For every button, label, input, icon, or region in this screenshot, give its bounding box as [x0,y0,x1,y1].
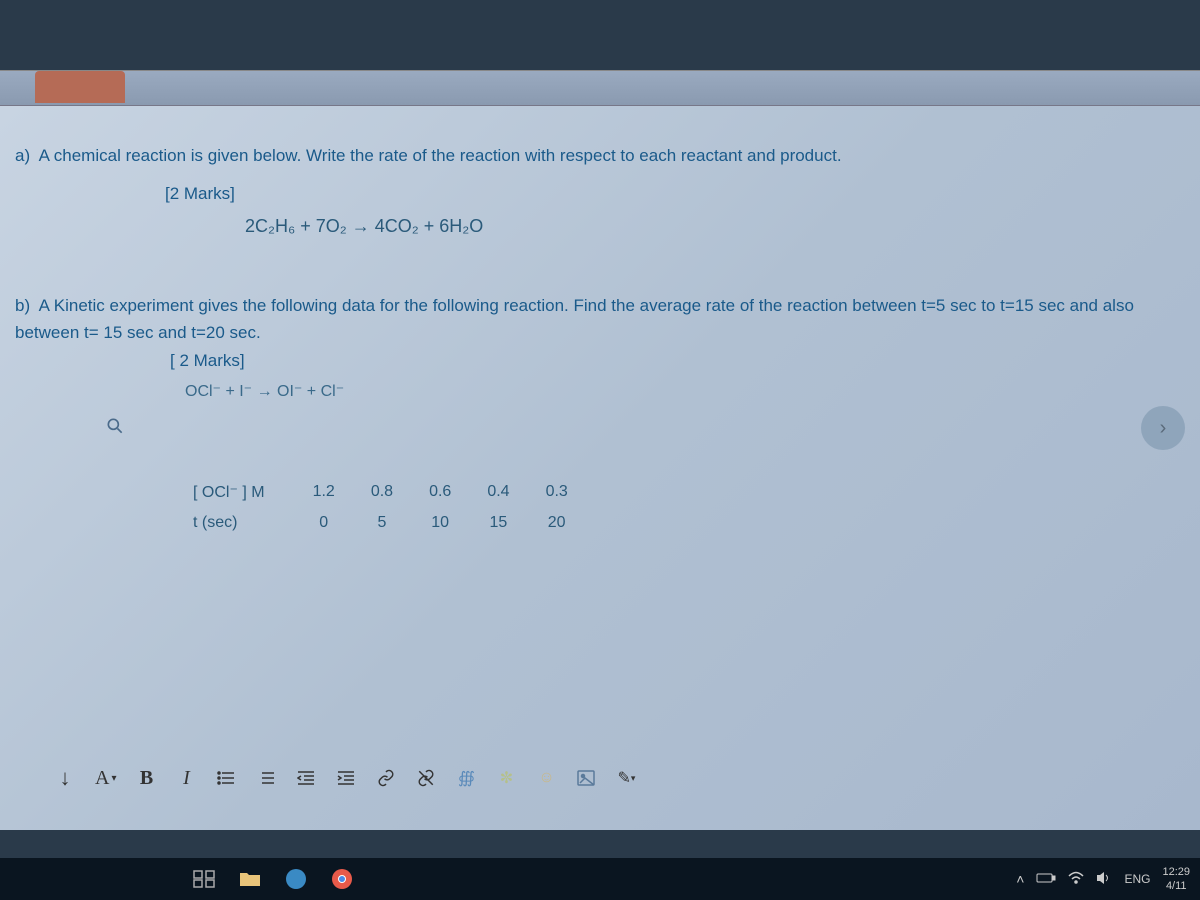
tray-chevron-icon[interactable]: ˄ [1016,871,1024,887]
task-view-icon[interactable] [190,865,218,893]
edge-icon[interactable] [282,865,310,893]
table-cell: 0 [295,508,353,538]
app-window: a) A chemical reaction is given below. W… [0,70,1200,830]
paragraph-button[interactable]: ↓ [55,766,75,790]
numbered-list-button[interactable] [256,766,276,790]
star-button[interactable]: ✼ [496,766,516,790]
document-content: a) A chemical reaction is given below. W… [0,106,1200,830]
indent-button[interactable] [336,766,356,790]
kinetic-data-table: [ OCl⁻ ] M 1.2 0.8 0.6 0.4 0.3 t (sec) 0… [175,476,586,538]
row-label: t (sec) [175,508,295,538]
table-cell: 10 [411,508,469,538]
chevron-down-icon: ▾ [111,773,116,784]
question-a: a) A chemical reaction is given below. W… [15,146,1185,166]
table-row: [ OCl⁻ ] M 1.2 0.8 0.6 0.4 0.3 [175,476,586,508]
question-b-text: A Kinetic experiment gives the following… [15,296,1134,342]
date-text: 4/11 [1166,879,1187,893]
language-indicator[interactable]: ENG [1124,872,1150,886]
volume-icon[interactable] [1096,871,1112,888]
question-a-marks: [2 Marks] [165,184,1185,204]
table-cell: 0.6 [411,476,469,508]
table-cell: 0.8 [353,476,411,508]
table-cell: 0.3 [528,476,586,508]
table-cell: 20 [528,508,586,538]
question-a-text: A chemical reaction is given below. Writ… [39,146,842,165]
tab-bar [0,71,1200,106]
question-b-prefix: b) [15,296,30,315]
table-cell: 5 [353,508,411,538]
row-label: [ OCl⁻ ] M [175,476,295,508]
clock[interactable]: 12:29 4/11 [1162,865,1190,894]
bullet-list-button[interactable] [216,766,236,790]
chevron-right-icon: › [1160,417,1167,440]
next-page-button[interactable]: › [1141,406,1185,450]
link-button[interactable] [376,766,396,790]
magnify-icon[interactable] [105,416,125,441]
taskbar-apps [190,865,356,893]
windows-taskbar: ˄ ENG 12:29 4/11 [0,858,1200,900]
outdent-button[interactable] [296,766,316,790]
bold-button[interactable]: B [136,766,156,790]
question-b: b) A Kinetic experiment gives the follow… [15,292,1185,346]
chrome-icon[interactable] [328,865,356,893]
equation-b: OCl⁻ + I⁻ → OI⁻ + Cl⁻ [185,381,1185,401]
battery-icon[interactable] [1036,872,1056,887]
question-b-marks: [ 2 Marks] [170,351,1185,371]
time-text: 12:29 [1162,865,1190,879]
image-button[interactable] [576,766,596,790]
unlink-button[interactable] [416,766,436,790]
italic-button[interactable]: I [176,766,196,790]
table-row: t (sec) 0 5 10 15 20 [175,508,586,538]
edit-button[interactable]: ✎▾ [616,766,636,790]
system-tray: ˄ ENG 12:29 4/11 [1016,865,1190,894]
table-cell: 0.4 [469,476,527,508]
equation-a: 2C₂H₆ + 7O₂ → 4CO₂ + 6H₂O [245,216,1185,237]
editor-toolbar: ↓ A ▾ B I ∰ [55,766,636,790]
table-cell: 1.2 [295,476,353,508]
file-explorer-icon[interactable] [236,865,264,893]
active-tab[interactable] [35,71,125,103]
wifi-icon[interactable] [1068,871,1084,888]
font-select[interactable]: A ▾ [95,766,116,790]
equation-button[interactable]: ∰ [456,766,476,790]
emoji-button[interactable]: ☺ [536,766,556,790]
font-label: A [95,767,109,790]
question-a-prefix: a) [15,146,30,165]
table-cell: 15 [469,508,527,538]
